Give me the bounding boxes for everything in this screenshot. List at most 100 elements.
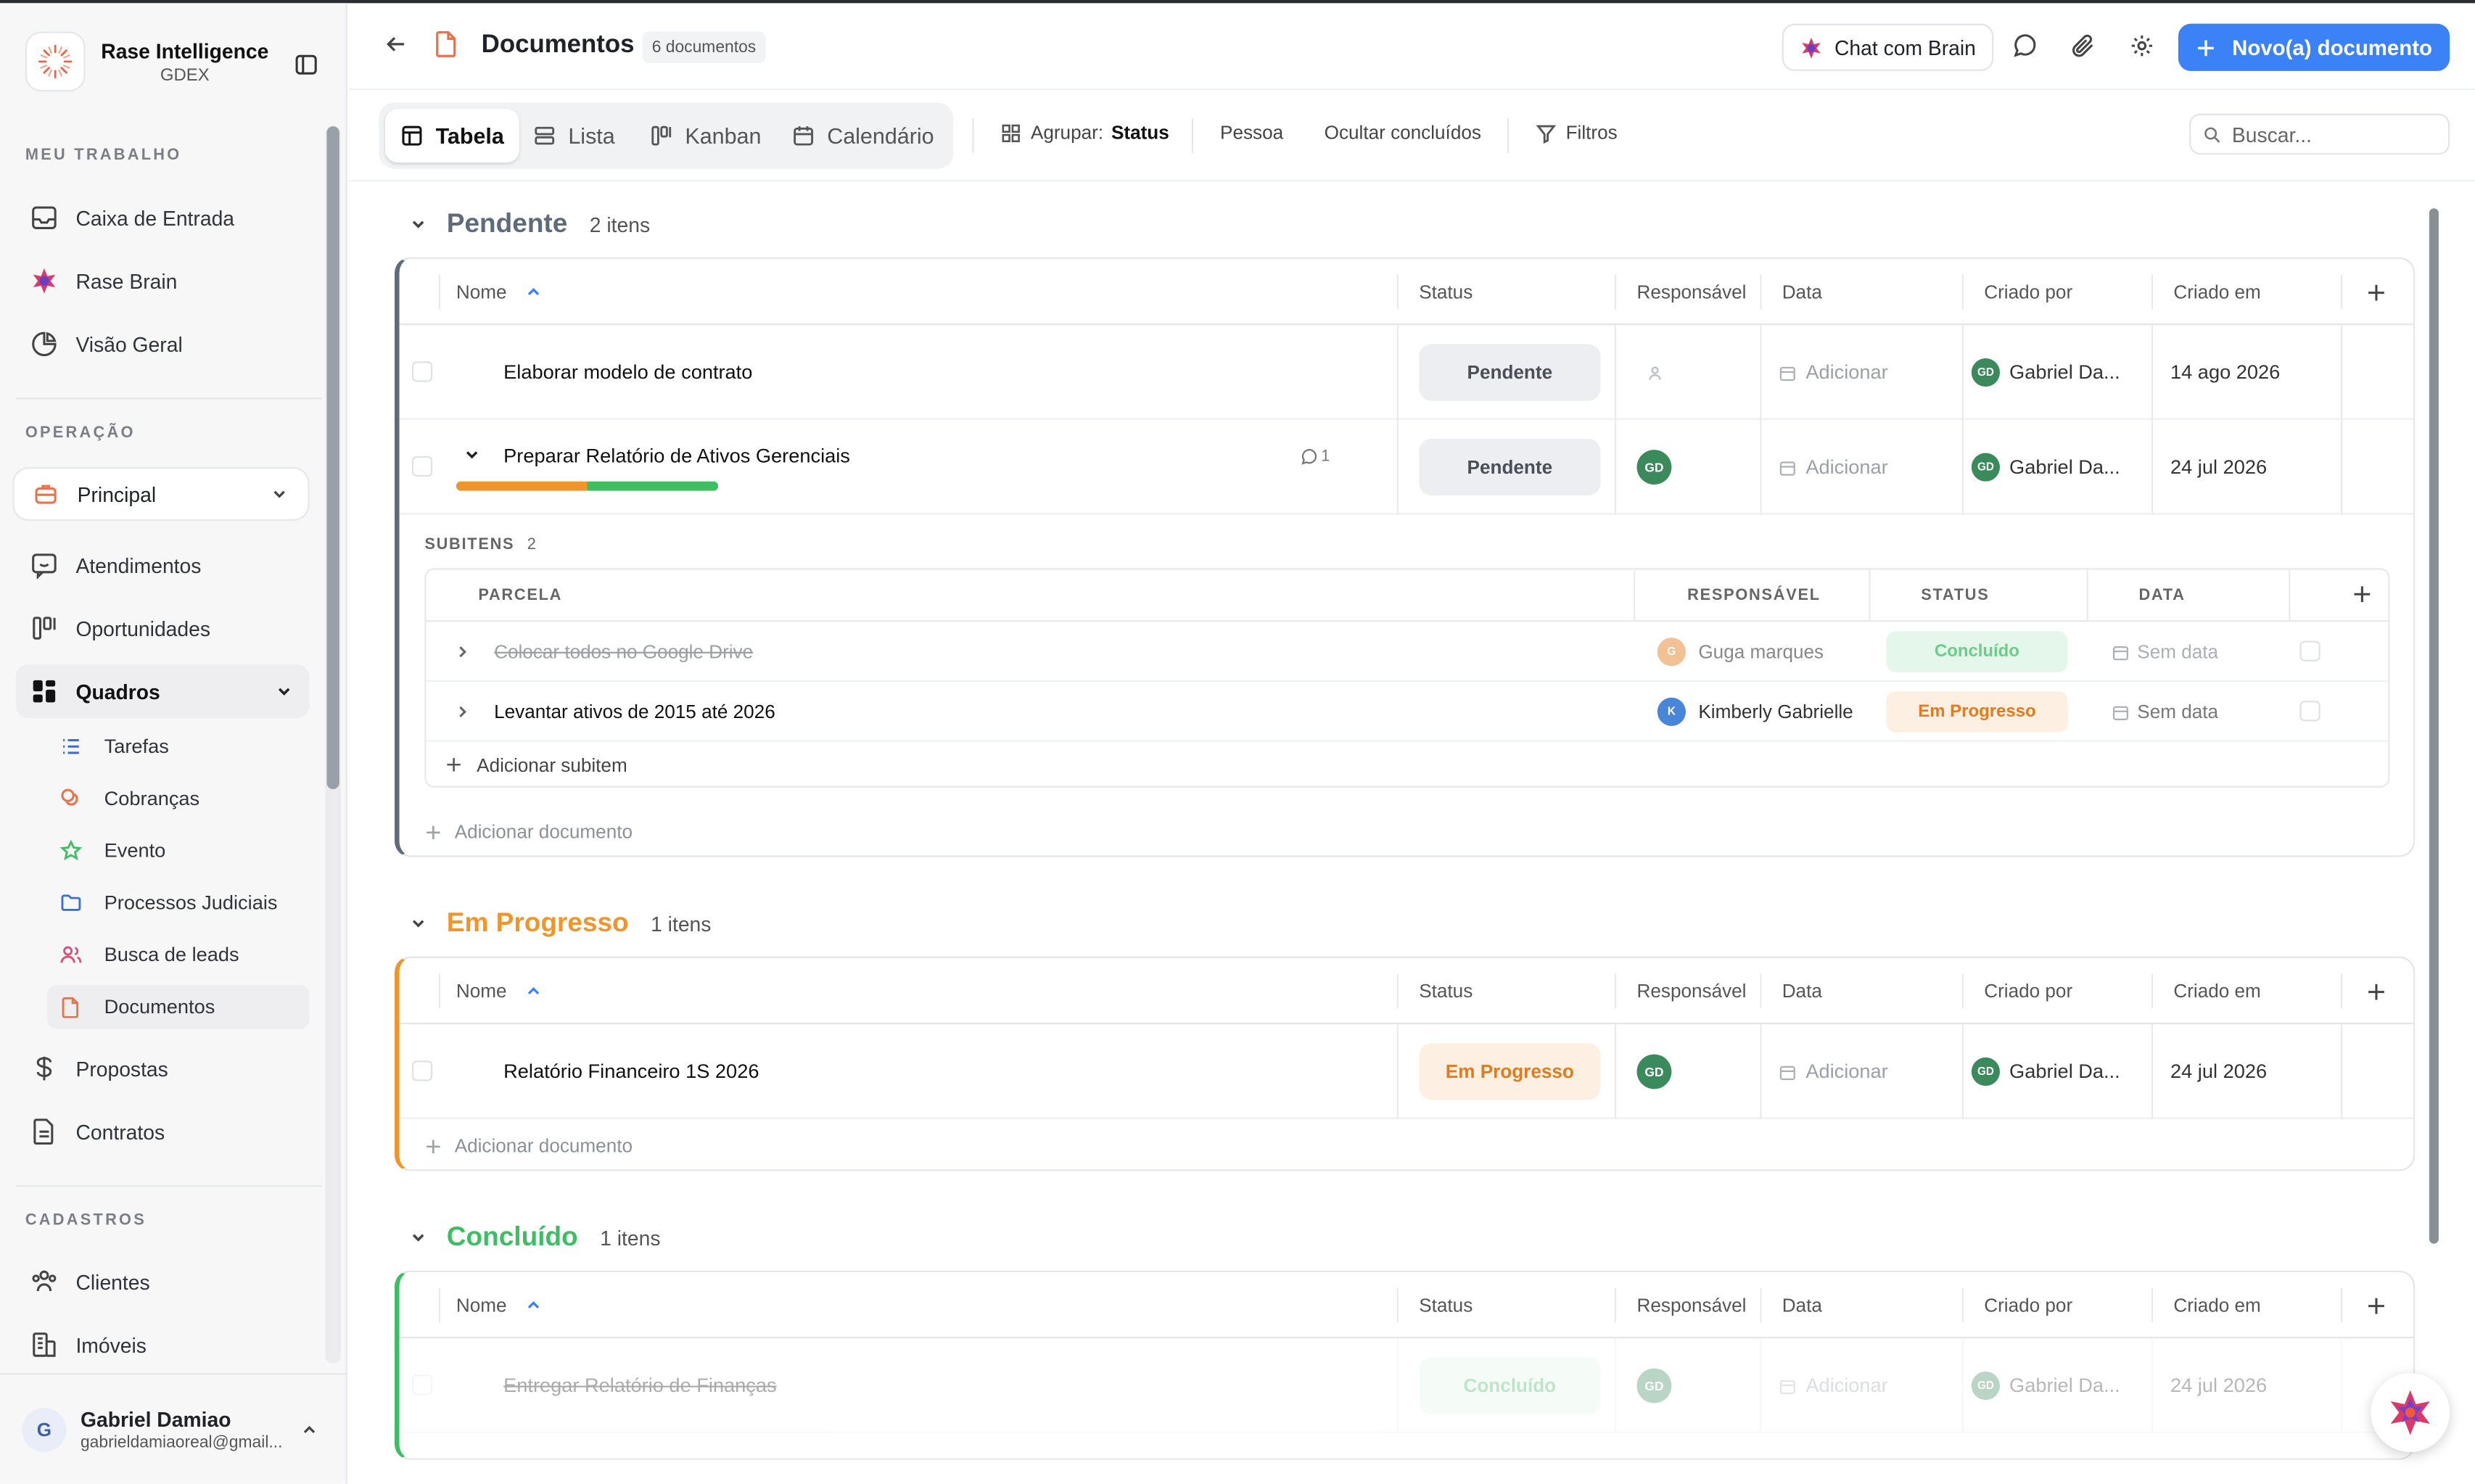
brain-assistant-button[interactable] xyxy=(2371,1373,2450,1452)
column-header-col1[interactable]: Status xyxy=(1419,1272,1473,1338)
column-header-col2[interactable]: Responsável xyxy=(1637,1272,1747,1338)
row-date-cell[interactable]: Adicionar xyxy=(1779,420,1888,515)
sidebar-item-boards[interactable]: Quadros xyxy=(15,664,310,719)
status-badge[interactable]: Pendente xyxy=(1419,344,1601,401)
status-badge[interactable]: Concluído xyxy=(1419,1357,1601,1414)
sidebar-collapse-button[interactable] xyxy=(284,43,329,87)
sidebar-item-proposals[interactable]: Propostas xyxy=(16,1042,310,1095)
row-name-cell[interactable]: Entregar Relatório de Finanças xyxy=(503,1338,1388,1433)
group-by-button[interactable]: Agrupar: Status xyxy=(1001,122,1169,144)
row-status-cell[interactable]: Concluído xyxy=(1419,1338,1601,1433)
tab-list[interactable]: Lista xyxy=(518,109,631,162)
workspace-select[interactable]: Principal xyxy=(12,467,310,522)
add-document-button[interactable]: Adicionar documento xyxy=(400,1119,2414,1170)
row-name-cell[interactable]: Preparar Relatório de Ativos Gerenciais xyxy=(456,420,1388,515)
sidebar-item-contracts[interactable]: Contratos xyxy=(16,1105,310,1158)
column-header-col1[interactable]: Status xyxy=(1419,958,1473,1024)
column-header-col4[interactable]: Criado por xyxy=(1984,1272,2072,1338)
sidebar-item-overview[interactable]: Visão Geral xyxy=(16,317,310,371)
status-badge[interactable]: Em Progresso xyxy=(1886,691,2068,733)
tab-kanban[interactable]: Kanban xyxy=(635,109,777,162)
board-item-event[interactable]: Evento xyxy=(47,828,309,873)
column-header-col5[interactable]: Criado em xyxy=(2173,1272,2260,1338)
subitem-assignee[interactable]: G Guga marques xyxy=(1657,622,1824,682)
column-header-col2[interactable]: Responsável xyxy=(1637,958,1747,1024)
board-item-leads[interactable]: Busca de leads xyxy=(47,933,309,977)
chevron-down-icon[interactable] xyxy=(405,911,431,936)
subitems-column-header[interactable]: DATA xyxy=(2138,587,2185,604)
column-header-name[interactable]: Nome xyxy=(456,259,542,325)
column-header-col2[interactable]: Responsável xyxy=(1637,259,1747,325)
sidebar-item-inbox[interactable]: Caixa de Entrada xyxy=(16,191,310,244)
column-header-col3[interactable]: Data xyxy=(1782,958,1822,1024)
chevron-down-icon[interactable] xyxy=(405,212,431,237)
content-scrollbar[interactable] xyxy=(2429,208,2439,1244)
chevron-right-icon[interactable] xyxy=(455,622,471,682)
attachments-button[interactable] xyxy=(2071,33,2096,59)
group-header[interactable]: Em Progresso 1 itens xyxy=(405,907,711,939)
settings-button[interactable] xyxy=(2129,33,2154,59)
brand[interactable]: Rase Intelligence GDEX xyxy=(25,31,268,92)
subitems-column-header[interactable]: RESPONSÁVEL xyxy=(1687,587,1821,604)
chevron-right-icon[interactable] xyxy=(455,682,471,742)
status-badge[interactable]: Pendente xyxy=(1419,438,1601,496)
back-button[interactable] xyxy=(384,32,409,57)
row-status-cell[interactable]: Pendente xyxy=(1419,325,1601,420)
column-header-col1[interactable]: Status xyxy=(1419,259,1473,325)
subitem-name[interactable]: Levantar ativos de 2015 até 2026 xyxy=(494,682,775,742)
group-header[interactable]: Concluído 1 itens xyxy=(405,1221,660,1253)
search-input[interactable]: Buscar... xyxy=(2189,113,2450,155)
row-assignee-cell[interactable]: GD xyxy=(1636,1338,1672,1433)
table-row[interactable]: Elaborar modelo de contrato Pendente Adici… xyxy=(399,325,2414,420)
tab-table[interactable]: Tabela xyxy=(384,109,520,163)
row-assignee-cell[interactable] xyxy=(1637,325,1664,420)
sidebar-item-attendances[interactable]: Atendimentos xyxy=(16,538,310,592)
sidebar-item-rase-brain[interactable]: Rase Brain xyxy=(16,254,310,308)
column-header-col3[interactable]: Data xyxy=(1782,259,1822,325)
sidebar-item-opportunities[interactable]: Oportunidades xyxy=(16,601,310,655)
table-row[interactable]: Entregar Relatório de Finanças Concluído G… xyxy=(399,1338,2414,1433)
comments-button[interactable] xyxy=(2012,33,2038,59)
chevron-down-icon[interactable] xyxy=(463,445,482,464)
subitem-row[interactable]: Colocar todos no Google Drive G Guga marqu… xyxy=(426,622,2389,683)
subitem-assignee[interactable]: K Kimberly Gabrielle xyxy=(1657,682,1853,742)
row-name-cell[interactable]: Elaborar modelo de contrato xyxy=(503,325,1388,420)
row-date-cell[interactable]: Adicionar xyxy=(1779,1338,1888,1433)
subitems-column-header[interactable]: PARCELA xyxy=(478,587,562,604)
tab-calendar[interactable]: Calendário xyxy=(777,109,950,162)
column-header-col4[interactable]: Criado por xyxy=(1984,958,2072,1024)
sidebar-scrollbar[interactable] xyxy=(325,126,342,1364)
subitem-date[interactable]: Sem data xyxy=(2112,622,2218,682)
column-header-col3[interactable]: Data xyxy=(1782,1272,1822,1338)
subitem-checkbox[interactable] xyxy=(2299,701,2320,722)
column-header-name[interactable]: Nome xyxy=(456,1272,542,1338)
column-header-col4[interactable]: Criado por xyxy=(1984,259,2072,325)
row-status-cell[interactable]: Em Progresso xyxy=(1419,1024,1601,1119)
sort-asc-icon[interactable] xyxy=(526,1298,542,1314)
add-column-button[interactable] xyxy=(2366,259,2387,325)
row-name-cell[interactable]: Relatório Financeiro 1S 2026 xyxy=(503,1024,1388,1119)
column-header-name[interactable]: Nome xyxy=(456,958,542,1024)
add-column-button[interactable] xyxy=(2366,958,2387,1024)
subitems-column-header[interactable]: STATUS xyxy=(1921,587,1989,604)
comment-count[interactable]: 1 xyxy=(1301,420,1330,492)
column-header-col5[interactable]: Criado em xyxy=(2173,259,2260,325)
sidebar-item-clients[interactable]: Clientes xyxy=(16,1255,310,1308)
subitem-date[interactable]: Sem data xyxy=(2112,682,2218,742)
row-assignee-cell[interactable]: GD xyxy=(1636,420,1672,515)
board-item-documents[interactable]: Documentos xyxy=(47,984,310,1029)
row-date-cell[interactable]: Adicionar xyxy=(1779,1024,1888,1119)
filters-button[interactable]: Filtros xyxy=(1536,122,1618,144)
user-placeholder-icon[interactable] xyxy=(1647,364,1664,382)
row-status-cell[interactable]: Pendente xyxy=(1419,420,1601,515)
subitem-row[interactable]: Levantar ativos de 2015 até 2026 K Kimberl… xyxy=(426,682,2389,742)
add-subitem-button[interactable]: Adicionar subitem xyxy=(427,742,2389,788)
row-checkbox[interactable] xyxy=(411,1374,433,1396)
status-badge[interactable]: Em Progresso xyxy=(1419,1043,1601,1100)
column-header-col5[interactable]: Criado em xyxy=(2173,958,2260,1024)
row-checkbox[interactable] xyxy=(411,455,433,477)
add-subcolumn-button[interactable] xyxy=(2352,584,2372,604)
row-checkbox[interactable] xyxy=(411,1060,433,1081)
board-item-tasks[interactable]: Tarefas xyxy=(47,725,309,769)
subitem-status[interactable]: Em Progresso xyxy=(1886,682,2068,742)
